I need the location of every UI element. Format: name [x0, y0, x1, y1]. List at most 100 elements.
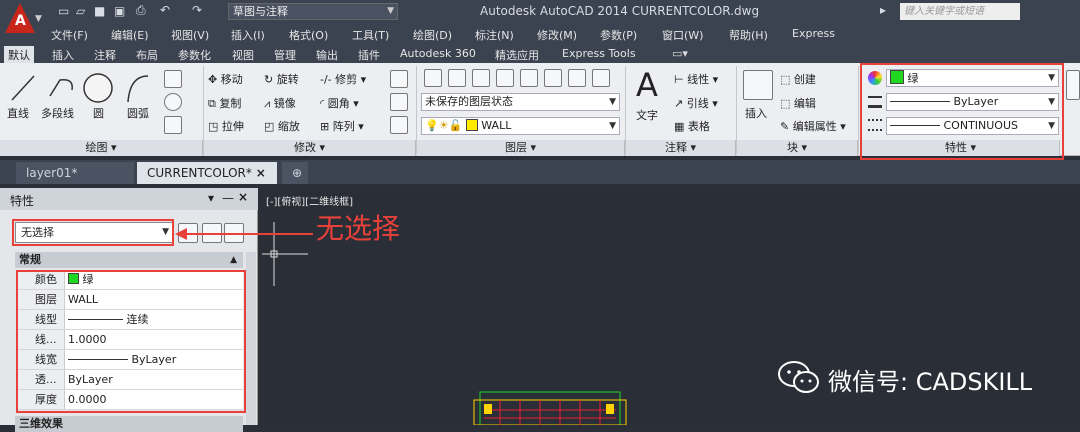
- table-button[interactable]: ▦ 表格: [674, 118, 710, 134]
- close-icon[interactable]: ×: [256, 166, 266, 180]
- palette-menu-icon[interactable]: ▾: [208, 191, 214, 205]
- line-button[interactable]: 直线: [7, 105, 29, 121]
- layer-state-dropdown[interactable]: 未保存的图层状态 ▼: [421, 93, 620, 111]
- layer-icon[interactable]: [520, 69, 538, 87]
- text-big-icon[interactable]: A: [636, 66, 658, 104]
- tab-output[interactable]: 输出: [312, 46, 342, 63]
- layers-panel-footer[interactable]: 图层 ▾: [417, 140, 625, 156]
- layer-icon[interactable]: [568, 69, 586, 87]
- layer-icon[interactable]: [448, 69, 466, 87]
- fillet-button[interactable]: ◜ 圆角 ▾: [320, 95, 359, 111]
- menu-file[interactable]: 文件(F): [51, 27, 88, 43]
- insert-button[interactable]: 插入: [745, 105, 767, 121]
- explode-icon[interactable]: [390, 93, 408, 111]
- menu-edit[interactable]: 编辑(E): [111, 27, 149, 43]
- tab-plugins[interactable]: 插件: [354, 46, 384, 63]
- open-icon[interactable]: ▱: [76, 4, 85, 18]
- tab-layout[interactable]: 布局: [132, 46, 162, 63]
- layer-icon[interactable]: [544, 69, 562, 87]
- create-block-button[interactable]: ⬚ 创建: [780, 71, 816, 87]
- copy-button[interactable]: ⧉ 复制: [208, 95, 241, 111]
- menu-modify[interactable]: 修改(M): [537, 27, 577, 43]
- tab-view[interactable]: 视图: [228, 46, 258, 63]
- ribbon-options-icon[interactable]: ▭▾: [668, 46, 692, 63]
- tab-insert[interactable]: 插入: [48, 46, 78, 63]
- edit-attribute-button[interactable]: ✎ 编辑属性 ▾: [780, 118, 846, 134]
- offset-icon[interactable]: [390, 116, 408, 134]
- move-button[interactable]: ✥ 移动: [208, 71, 243, 87]
- current-layer-dropdown[interactable]: 💡☀🔓 WALL ▼: [421, 117, 620, 135]
- tab-manage[interactable]: 管理: [270, 46, 300, 63]
- layer-status-icons: 💡☀🔓: [425, 119, 463, 132]
- highlight-box: [12, 219, 174, 246]
- layer-properties-icon[interactable]: [424, 69, 442, 87]
- menu-window[interactable]: 窗口(W): [662, 27, 703, 43]
- scale-button[interactable]: ◰ 缩放: [264, 118, 300, 134]
- trim-button[interactable]: -/- 修剪 ▾: [320, 71, 366, 87]
- rectangle-icon[interactable]: [164, 70, 182, 88]
- rotate-button[interactable]: ↻ 旋转: [264, 71, 299, 87]
- search-input[interactable]: 键入关键字或短语: [900, 3, 1020, 20]
- tab-autodesk360[interactable]: Autodesk 360: [396, 46, 480, 63]
- stretch-button[interactable]: ◳ 拉伸: [208, 118, 244, 134]
- menu-view[interactable]: 视图(V): [171, 27, 209, 43]
- annotation-panel-footer[interactable]: 注释 ▾: [626, 140, 736, 156]
- tab-featured-apps[interactable]: 精选应用: [491, 46, 543, 63]
- menu-help[interactable]: 帮助(H): [729, 27, 768, 43]
- save-as-icon[interactable]: ▣: [114, 4, 125, 18]
- groups-icon[interactable]: [1066, 70, 1080, 100]
- erase-icon[interactable]: [390, 70, 408, 88]
- menu-dimension[interactable]: 标注(N): [475, 27, 514, 43]
- chevron-down-icon: ▼: [35, 14, 42, 24]
- search-expand-icon[interactable]: ▸: [880, 3, 886, 17]
- palette-autohide-icon[interactable]: —: [222, 191, 234, 205]
- layer-icon[interactable]: [472, 69, 490, 87]
- menu-format[interactable]: 格式(O): [289, 27, 328, 43]
- leader-button[interactable]: ↗ 引线 ▾: [674, 95, 718, 111]
- arc-button[interactable]: 圆弧: [127, 105, 149, 121]
- polyline-button[interactable]: 多段线: [41, 105, 74, 121]
- floor-plan-drawing[interactable]: [470, 388, 630, 425]
- application-button[interactable]: A ▼: [0, 0, 44, 44]
- workspace-dropdown[interactable]: 草图与注释 ▼: [228, 3, 398, 20]
- undo-icon[interactable]: ↶: [160, 3, 170, 17]
- text-button[interactable]: 文字: [636, 107, 658, 123]
- new-icon[interactable]: ▭: [58, 4, 69, 18]
- ellipse-icon[interactable]: [164, 93, 182, 111]
- viewport-controls[interactable]: [-][俯视][二维线框]: [266, 193, 353, 208]
- layer-icon[interactable]: [592, 69, 610, 87]
- highlight-box: [860, 63, 1064, 160]
- menu-express[interactable]: Express: [792, 27, 835, 40]
- edit-block-button[interactable]: ⬚ 编辑: [780, 95, 816, 111]
- redo-icon[interactable]: ↷: [192, 3, 202, 17]
- circle-button[interactable]: 圆: [93, 105, 104, 121]
- menu-insert[interactable]: 插入(I): [231, 27, 265, 43]
- tab-parametric[interactable]: 参数化: [174, 46, 215, 63]
- array-button[interactable]: ⊞ 阵列 ▾: [320, 118, 364, 134]
- section-3d-effects[interactable]: 三维效果: [15, 416, 243, 432]
- layer-color-swatch: [465, 119, 478, 131]
- tab-annotate[interactable]: 注释: [90, 46, 120, 63]
- block-panel-footer[interactable]: 块 ▾: [737, 140, 858, 156]
- palette-scrollbar[interactable]: [246, 252, 256, 425]
- save-icon[interactable]: ■: [94, 4, 105, 18]
- print-icon[interactable]: ⎙: [136, 3, 146, 18]
- menu-tools[interactable]: 工具(T): [352, 27, 389, 43]
- doc-tab-layer01[interactable]: layer01*: [16, 162, 134, 184]
- hatch-icon[interactable]: [164, 116, 182, 134]
- close-icon[interactable]: ×: [238, 190, 248, 204]
- menu-draw[interactable]: 绘图(D): [413, 27, 452, 43]
- mirror-button[interactable]: ⩘ 镜像: [264, 95, 296, 111]
- modify-panel-footer[interactable]: 修改 ▾: [204, 140, 416, 156]
- draw-panel-footer[interactable]: 绘图 ▾: [0, 140, 203, 156]
- new-tab-icon[interactable]: ⊕: [282, 162, 308, 184]
- menu-parametric[interactable]: 参数(P): [600, 27, 637, 43]
- section-general[interactable]: 常规 ▲: [15, 252, 243, 268]
- doc-tab-currentcolor[interactable]: CURRENTCOLOR* ×: [137, 162, 277, 184]
- linear-dim-button[interactable]: ⊢ 线性 ▾: [674, 71, 718, 87]
- tab-express-tools[interactable]: Express Tools: [558, 46, 640, 63]
- draw-tools-icons: [11, 73, 149, 103]
- tab-default[interactable]: 默认: [4, 46, 34, 63]
- layer-icon[interactable]: [496, 69, 514, 87]
- insert-block-icon[interactable]: [743, 70, 773, 100]
